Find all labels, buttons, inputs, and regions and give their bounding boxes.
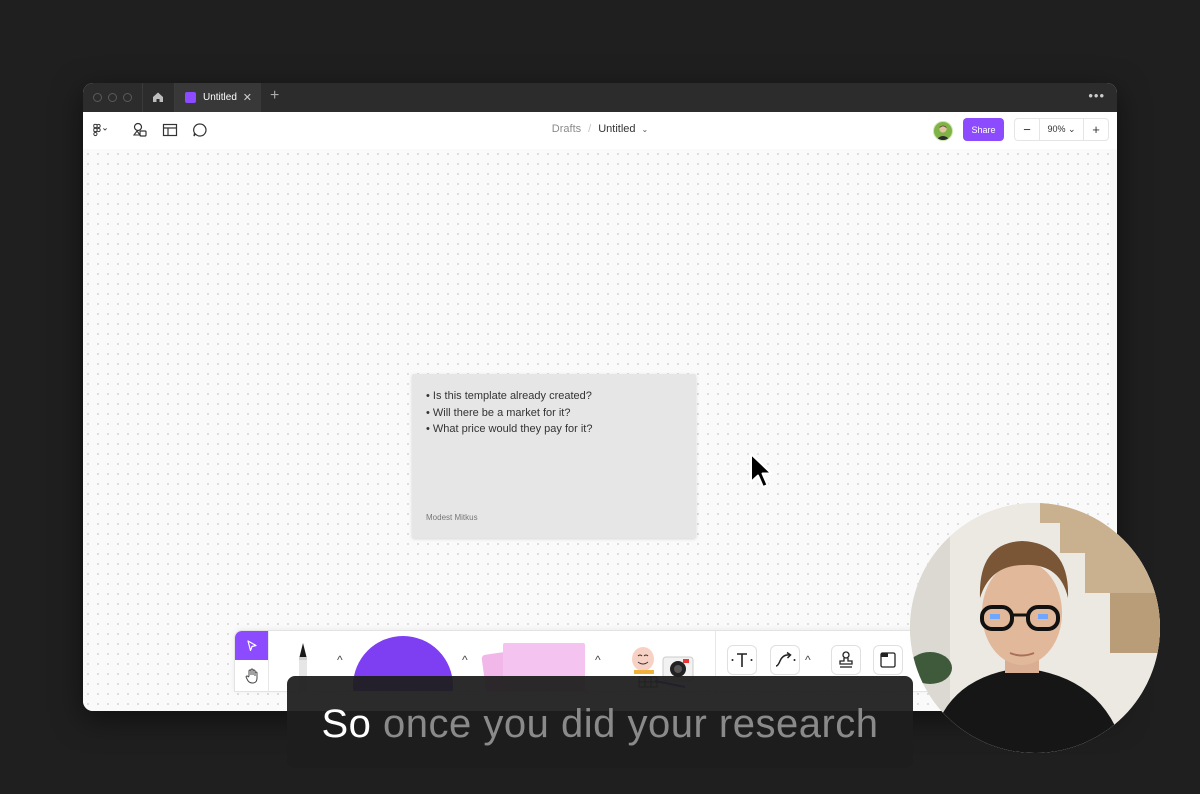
top-toolbar: Drafts / Untitled ⌄ Share − 90% ⌄ + [83, 112, 1117, 150]
more-options-icon[interactable]: ••• [1088, 88, 1105, 103]
maximize-window-button[interactable] [123, 93, 132, 102]
minimize-window-button[interactable] [108, 93, 117, 102]
mouse-pointer-icon [750, 453, 773, 488]
text-tool-button[interactable] [727, 645, 757, 675]
stamp-icon [839, 651, 853, 668]
avatar[interactable] [933, 121, 953, 141]
chevron-down-icon[interactable]: ⌄ [642, 125, 649, 134]
toolbar-divider [268, 631, 269, 691]
tab-untitled[interactable]: Untitled ✕ [175, 83, 261, 112]
move-tool-button[interactable] [235, 631, 268, 660]
close-tab-icon[interactable]: ✕ [243, 91, 252, 104]
shape-options-caret[interactable]: ^ [462, 653, 468, 667]
zoom-control: − 90% ⌄ + [1014, 118, 1109, 141]
breadcrumb-separator: / [588, 123, 592, 135]
tab-title: Untitled [203, 92, 237, 103]
breadcrumb-drafts[interactable]: Drafts [552, 123, 581, 135]
breadcrumb: Drafts / Untitled ⌄ [83, 123, 1117, 135]
pointer-icon [246, 639, 257, 651]
tab-divider [142, 83, 143, 112]
hand-icon [245, 668, 257, 684]
sticky-options-caret[interactable]: ^ [595, 653, 601, 667]
zoom-in-button[interactable]: + [1084, 122, 1108, 137]
home-icon[interactable] [151, 90, 165, 104]
tab-bar: Untitled ✕ + ••• [83, 83, 1117, 112]
window-controls [93, 93, 132, 102]
video-caption: So once you did your research [287, 676, 913, 768]
close-window-button[interactable] [93, 93, 102, 102]
share-button[interactable]: Share [963, 118, 1004, 141]
section-icon [880, 652, 896, 668]
text-icon [731, 653, 753, 667]
section-tool-button[interactable] [873, 645, 903, 675]
list-item: • Is this template already created? [426, 390, 592, 402]
stamp-tool-button[interactable] [831, 645, 861, 675]
caption-text: So once you did your research [287, 702, 913, 747]
card-question-list: • Is this template already created? • Wi… [426, 388, 592, 438]
card-author: Modest Mitkus [426, 513, 478, 522]
connector-icon [775, 651, 796, 667]
figjam-file-icon [185, 92, 196, 103]
user-avatar-icon [936, 125, 950, 140]
connector-tool-button[interactable] [770, 645, 800, 675]
presenter-webcam [910, 503, 1160, 753]
caption-upcoming-text: once you did your research [371, 702, 879, 746]
hand-tool-button[interactable] [235, 661, 268, 691]
zoom-out-button[interactable]: − [1015, 122, 1039, 137]
new-tab-button[interactable]: + [270, 87, 279, 105]
zoom-level-dropdown[interactable]: 90% ⌄ [1039, 119, 1084, 140]
marker-options-caret[interactable]: ^ [337, 653, 343, 667]
presenter-video-image [910, 503, 1160, 753]
list-item: • What price would they pay for it? [426, 423, 593, 435]
list-item: • Will there be a market for it? [426, 406, 571, 419]
text-card[interactable]: • Is this template already created? • Wi… [412, 374, 696, 538]
connector-options-caret[interactable]: ^ [805, 653, 811, 667]
file-title[interactable]: Untitled [598, 123, 635, 135]
caption-spoken-text: So [321, 702, 372, 746]
